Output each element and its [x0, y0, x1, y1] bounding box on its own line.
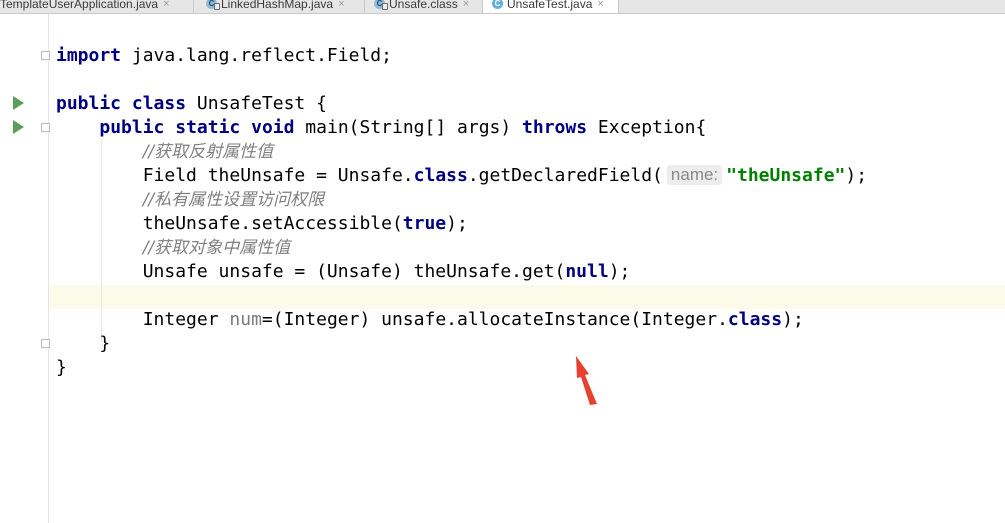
fold-marker-icon[interactable]	[41, 51, 50, 60]
keyword: import	[56, 45, 122, 66]
class-library-icon: C	[374, 0, 388, 10]
code-comment: //获取反射属性值	[142, 142, 274, 162]
keyword: void	[251, 117, 295, 138]
code-line-allocate-instance[interactable]: Integer num=(Integer) unsafe.allocateIns…	[56, 308, 804, 332]
code-text: Exception{	[587, 117, 707, 138]
code-text: java.lang.reflect.Field;	[121, 45, 392, 66]
editor-gutter	[0, 14, 49, 523]
code-text: UnsafeTest {	[186, 93, 327, 114]
code-line-comment[interactable]: //获取对象中属性值	[56, 236, 290, 260]
code-line-get-unsafe[interactable]: Unsafe unsafe = (Unsafe) theUnsafe.get(n…	[56, 260, 631, 284]
fold-marker-icon[interactable]	[41, 123, 50, 132]
code-text: );	[845, 165, 868, 186]
tab-label: TemplateUserApplication.java	[0, 0, 159, 11]
code-line-close-class[interactable]: }	[56, 356, 67, 380]
keyword: null	[565, 261, 609, 282]
local-variable: num	[229, 309, 262, 330]
parameter-hint: name:	[666, 165, 723, 185]
run-class-icon[interactable]	[13, 96, 24, 110]
tab-template-user-application[interactable]: TemplateUserApplication.java ×	[0, 0, 194, 13]
code-text: Field theUnsafe = Unsafe.	[142, 165, 414, 186]
class-icon: C	[492, 0, 503, 9]
keyword: true	[402, 213, 447, 234]
code-text: );	[608, 261, 631, 282]
keyword: throws	[522, 117, 588, 138]
code-text: =(Integer) unsafe.allocateInstance(Integ…	[261, 309, 728, 330]
keyword: static	[175, 117, 241, 138]
string-literal: "theUnsafe"	[726, 165, 846, 186]
code-line-main-decl[interactable]: public static void main(String[] args) t…	[56, 116, 706, 140]
code-text: Unsafe unsafe = (Unsafe) theUnsafe.get(	[142, 261, 566, 282]
close-icon[interactable]: ×	[597, 0, 603, 10]
code-text: .getDeclaredField(	[467, 165, 663, 186]
keyword: public	[56, 93, 122, 114]
code-text: );	[782, 309, 804, 330]
keyword: class	[131, 93, 187, 114]
code-text: main(String[] args)	[294, 117, 523, 138]
red-arrow-annotation-icon	[576, 356, 597, 405]
code-line-import[interactable]: import java.lang.reflect.Field;	[56, 44, 392, 68]
code-line-set-accessible[interactable]: theUnsafe.setAccessible(true);	[56, 212, 468, 236]
tab-label: UnsafeTest.java	[507, 0, 593, 11]
code-text: theUnsafe.setAccessible(	[142, 213, 403, 234]
tab-unsafe-class[interactable]: C Unsafe.class ×	[365, 0, 483, 13]
code-text: Integer	[142, 309, 230, 330]
class-library-icon: C	[206, 0, 220, 10]
code-line-get-field[interactable]: Field theUnsafe = Unsafe.class.getDeclar…	[56, 164, 867, 188]
keyword: class	[413, 165, 468, 186]
editor-tab-bar: TemplateUserApplication.java × C LinkedH…	[0, 0, 1005, 14]
code-line-comment[interactable]: //私有属性设置访问权限	[56, 188, 324, 212]
code-line-class-decl[interactable]: public class UnsafeTest {	[56, 92, 327, 116]
fold-marker-icon[interactable]	[41, 339, 50, 348]
current-line-highlight	[0, 285, 1005, 309]
code-text: }	[56, 357, 67, 378]
keyword: public	[99, 117, 165, 138]
tab-label: LinkedHashMap.java	[221, 0, 334, 11]
code-comment: //私有属性设置访问权限	[142, 190, 325, 210]
tab-unsafe-test[interactable]: C UnsafeTest.java ×	[483, 0, 619, 13]
close-icon[interactable]: ×	[163, 0, 169, 10]
code-line-comment[interactable]: //获取反射属性值	[56, 140, 273, 164]
tab-linked-hash-map[interactable]: C LinkedHashMap.java ×	[194, 0, 365, 13]
run-main-icon[interactable]	[13, 120, 24, 134]
code-text: }	[99, 333, 111, 354]
code-text: );	[446, 213, 468, 234]
keyword: class	[727, 309, 783, 330]
tab-label: Unsafe.class	[389, 0, 458, 11]
code-comment: //获取对象中属性值	[142, 238, 291, 258]
close-icon[interactable]: ×	[338, 0, 344, 10]
code-line-close-method[interactable]: }	[56, 332, 110, 356]
close-icon[interactable]: ×	[463, 0, 469, 10]
